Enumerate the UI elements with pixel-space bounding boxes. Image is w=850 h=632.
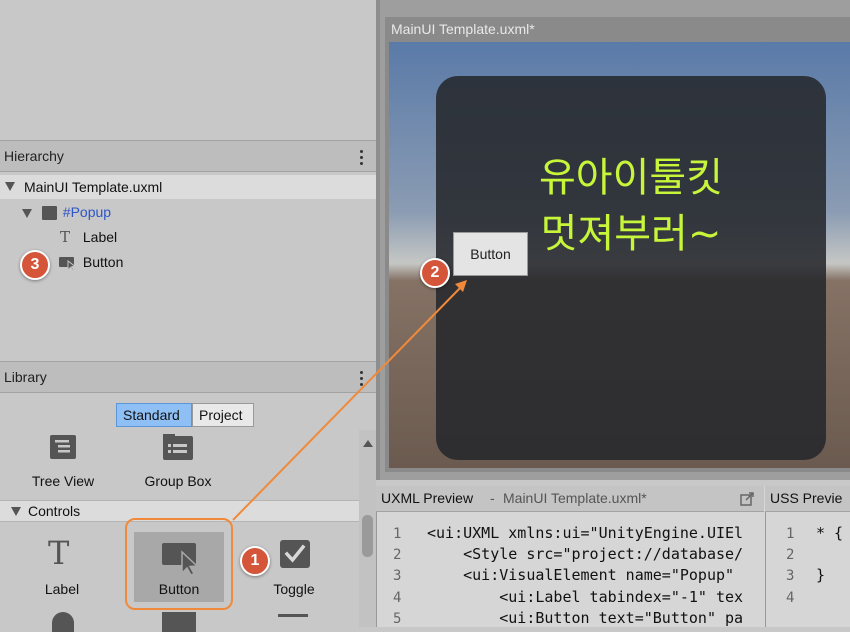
code-line: <Style src="project://database/ [427,545,744,563]
uxml-preview-separator: - [490,490,495,506]
uxml-preview-file: MainUI Template.uxml* [503,490,647,506]
code-line: * { [816,524,844,542]
code-line: <ui:UXML xmlns:ui="UnityEngine.UIEl [427,524,744,542]
uss-code-area[interactable]: * { } [812,522,850,627]
line-number: 2 [786,547,795,563]
uxml-preview-title: UXML Preview [381,490,474,506]
uxml-preview-header: UXML Preview - MainUI Template.uxml* [376,486,764,512]
line-number: 2 [393,547,402,563]
line-number: 4 [786,590,795,606]
line-number: 3 [393,568,402,584]
uxml-code-area[interactable]: <ui:UXML xmlns:ui="UnityEngine.UIEl <Sty… [425,522,765,627]
uss-preview-header: USS Previe [765,486,850,512]
code-line: <ui:Label tabindex="-1" tex [427,588,744,606]
line-number: 1 [393,526,402,542]
code-line: <ui:Button text="Button" pa [427,609,744,627]
line-number: 1 [786,526,795,542]
line-number: 3 [786,568,795,584]
uss-preview-title: USS Previe [770,490,843,506]
code-line: } [816,566,826,584]
line-number: 5 [393,611,402,627]
line-number: 4 [393,590,402,606]
code-line: <ui:VisualElement name="Popup" [427,566,744,584]
open-external-icon[interactable] [740,492,754,506]
